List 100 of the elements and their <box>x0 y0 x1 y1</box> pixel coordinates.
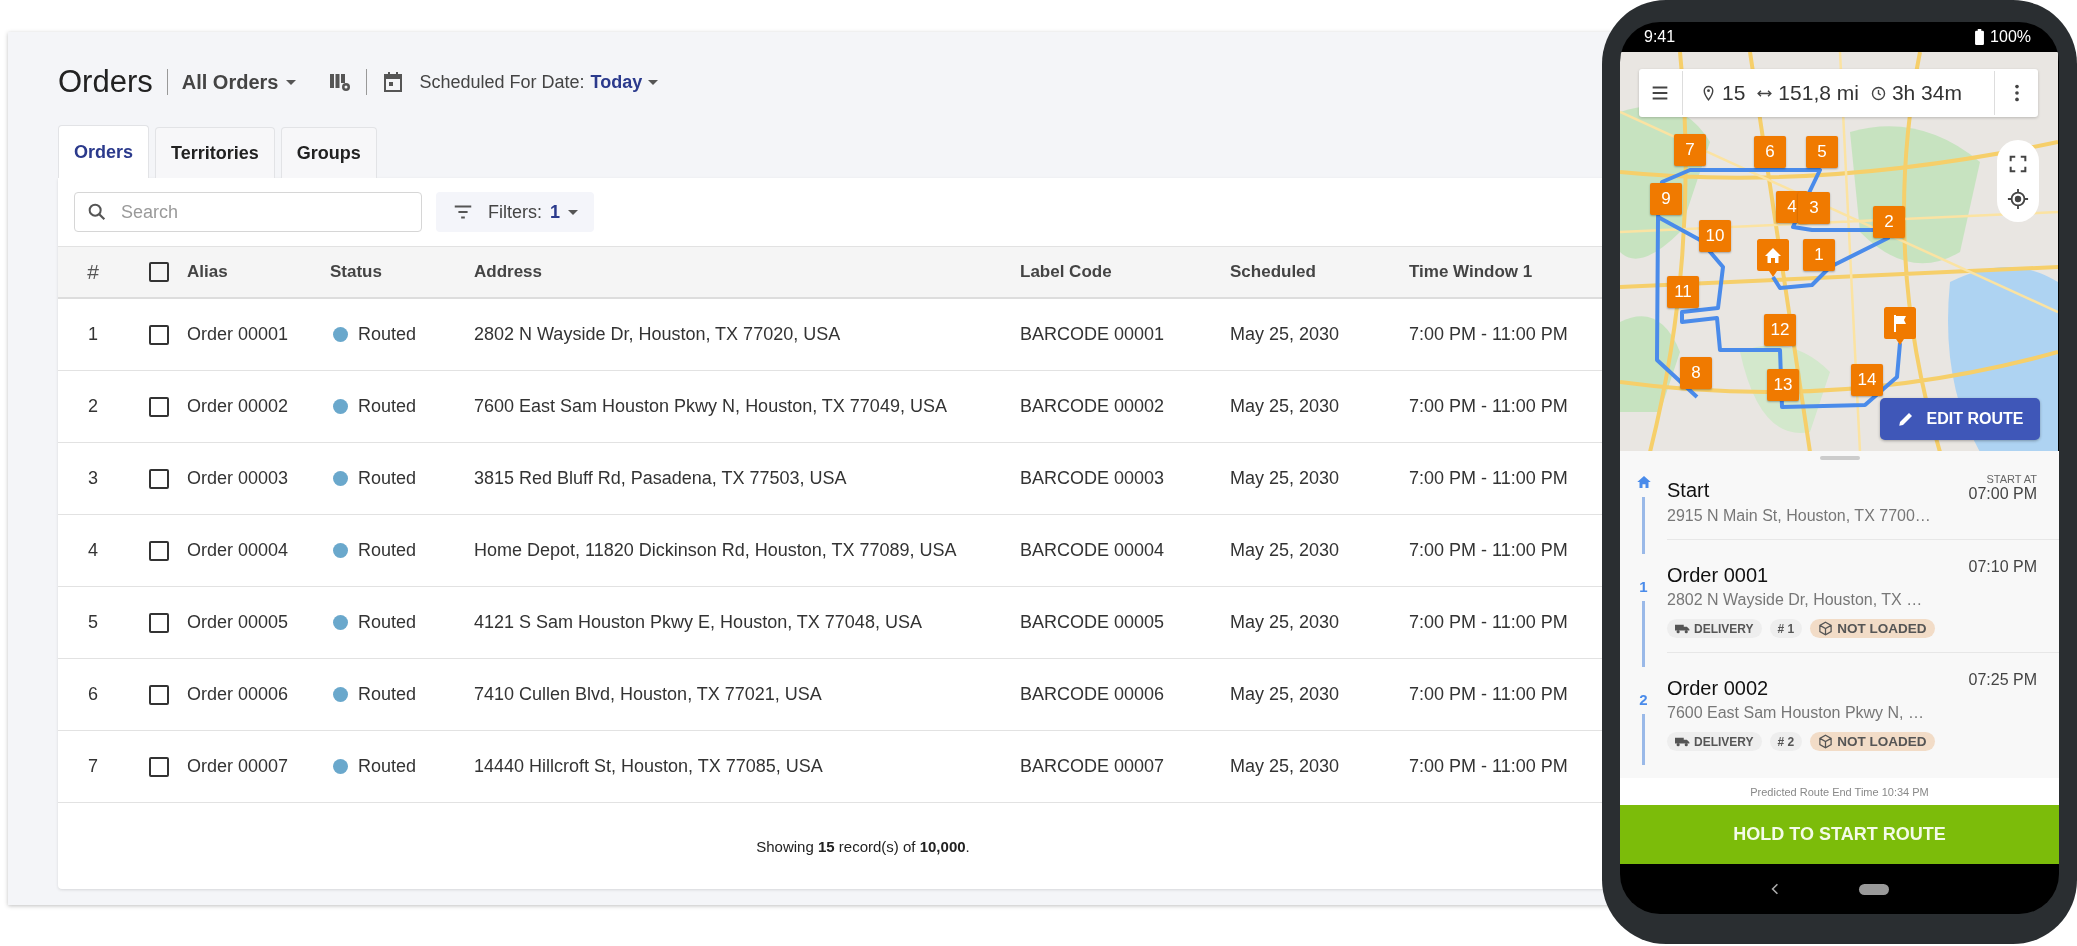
search-icon <box>86 201 108 223</box>
scheduled-cell: May 25, 2030 <box>1230 612 1340 633</box>
status-dot <box>333 399 348 414</box>
map-pin[interactable]: 13 <box>1767 369 1799 401</box>
page-title: Orders <box>58 64 153 100</box>
locate-icon[interactable] <box>2007 187 2029 210</box>
select-all-checkbox[interactable] <box>149 262 169 282</box>
status-cell: Routed <box>358 756 417 777</box>
edit-route-button[interactable]: EDIT ROUTE <box>1880 398 2040 440</box>
status-cell: Routed <box>358 324 417 345</box>
stop-title: Order 0001 <box>1667 563 1769 587</box>
stop-number: 2 <box>1639 690 1648 708</box>
label-code-cell: BARCODE 00007 <box>1020 756 1165 777</box>
column-header: Scheduled <box>1230 262 1316 282</box>
label-code-cell: BARCODE 00004 <box>1020 540 1165 561</box>
row-checkbox[interactable] <box>149 612 169 633</box>
time-window-cell: 7:00 PM - 11:00 PM <box>1409 612 1568 633</box>
row-number: 7 <box>88 756 98 777</box>
filters-button[interactable]: Filters: 1 <box>436 192 594 232</box>
map-pin[interactable]: 12 <box>1764 314 1796 346</box>
stop-count: 15 <box>1722 81 1746 105</box>
row-checkbox[interactable] <box>149 540 169 561</box>
tab[interactable]: Territories <box>155 127 275 178</box>
route-duration: 3h 34m <box>1891 81 1962 105</box>
stop-address: 2802 N Wayside Dr, Houston, TX … <box>1667 591 1924 609</box>
caret-icon <box>286 79 297 85</box>
scheduled-cell: May 25, 2030 <box>1230 684 1340 705</box>
address-cell: Home Depot, 11820 Dickinson Rd, Houston, TX 77089, USA <box>474 540 957 561</box>
stop-address: 7600 East Sam Houston Pkwy N, … <box>1667 704 1925 722</box>
scheduled-cell: May 25, 2030 <box>1230 540 1340 561</box>
alias-cell: Order 00006 <box>187 684 289 705</box>
alias-cell: Order 00007 <box>187 756 289 777</box>
home-button[interactable] <box>1858 883 1889 895</box>
column-header: Time Window 1 <box>1409 262 1533 282</box>
row-checkbox[interactable] <box>149 468 169 489</box>
row-checkbox[interactable] <box>149 756 169 777</box>
home-pin-icon[interactable] <box>1757 239 1789 277</box>
stop-title: Order 0002 <box>1667 676 1769 700</box>
map-pin[interactable]: 3 <box>1798 192 1830 224</box>
status-dot <box>333 759 348 774</box>
alias-cell: Order 00002 <box>187 396 289 417</box>
status-dot <box>333 327 348 342</box>
time-window-cell: 7:00 PM - 11:00 PM <box>1409 396 1568 417</box>
status-dot <box>333 615 348 630</box>
load-status-chip: NOT LOADED <box>1810 619 1935 638</box>
row-checkbox[interactable] <box>149 396 169 417</box>
column-header: Label Code <box>1020 262 1112 282</box>
flag-pin-icon[interactable] <box>1884 307 1916 345</box>
stop-address: 2915 N Main St, Houston, TX 7700… <box>1667 507 1932 525</box>
delivery-chip: DELIVERY <box>1667 619 1762 638</box>
scheduled-cell: May 25, 2030 <box>1230 396 1340 417</box>
load-status-chip: NOT LOADED <box>1810 732 1935 751</box>
date-dropdown[interactable]: Scheduled For Date: Today <box>419 71 659 93</box>
view-dropdown[interactable]: All Orders <box>181 70 297 94</box>
battery-icon <box>1975 29 1985 45</box>
predicted-end-time: Predicted Route End Time 10:34 PM <box>1750 785 1929 798</box>
label-code-cell: BARCODE 00001 <box>1020 324 1165 345</box>
row-number: 1 <box>88 324 98 345</box>
column-header: Address <box>474 262 543 282</box>
map-pin[interactable]: 5 <box>1806 136 1838 168</box>
map-pin[interactable]: 8 <box>1680 357 1712 389</box>
alias-cell: Order 00001 <box>187 324 289 345</box>
label-code-cell: BARCODE 00005 <box>1020 612 1165 633</box>
delivery-chip: DELIVERY <box>1667 732 1762 751</box>
stop-time: 07:10 PM <box>1968 558 2037 576</box>
scheduled-cell: May 25, 2030 <box>1230 756 1340 777</box>
stop-time: 07:00 PM <box>1968 485 2037 503</box>
map-pin[interactable]: 14 <box>1851 364 1883 396</box>
map-pin[interactable]: 7 <box>1674 134 1706 166</box>
stop-title: Start <box>1667 478 1710 502</box>
label-code-cell: BARCODE 00006 <box>1020 684 1165 705</box>
map-pin[interactable]: 11 <box>1667 276 1699 308</box>
time-window-cell: 7:00 PM - 11:00 PM <box>1409 468 1568 489</box>
row-number: 6 <box>88 684 98 705</box>
records-summary: Showing 15 record(s) of 10,000. <box>756 837 970 855</box>
row-number: 5 <box>88 612 98 633</box>
row-checkbox[interactable] <box>149 324 169 345</box>
column-header: Status <box>330 262 382 282</box>
row-checkbox[interactable] <box>149 684 169 705</box>
tab[interactable]: Orders <box>58 125 150 178</box>
map-pin[interactable]: 10 <box>1699 220 1731 252</box>
map-pin[interactable]: 9 <box>1650 183 1682 215</box>
clock-icon <box>1869 84 1887 102</box>
map-pin[interactable]: 6 <box>1754 136 1786 168</box>
map-pin[interactable]: 2 <box>1873 206 1905 238</box>
box-icon <box>1818 734 1834 749</box>
start-route-button[interactable]: HOLD TO START ROUTE <box>1620 805 2059 864</box>
tab[interactable]: Groups <box>280 127 377 178</box>
back-icon[interactable] <box>1770 882 1779 896</box>
scheduled-cell: May 25, 2030 <box>1230 468 1340 489</box>
search-field[interactable]: Search <box>74 192 422 232</box>
address-cell: 3815 Red Bluff Rd, Pasadena, TX 77503, USA <box>474 468 847 489</box>
status-dot <box>333 543 348 558</box>
map-pin[interactable]: 1 <box>1803 239 1835 271</box>
status-cell: Routed <box>358 468 417 489</box>
truck-icon <box>1675 623 1690 634</box>
time-label: START AT <box>1986 473 2037 485</box>
time-window-cell: 7:00 PM - 11:00 PM <box>1409 684 1568 705</box>
address-cell: 7600 East Sam Houston Pkwy N, Houston, TX 77049, USA <box>474 396 947 417</box>
label-code-cell: BARCODE 00002 <box>1020 396 1165 417</box>
